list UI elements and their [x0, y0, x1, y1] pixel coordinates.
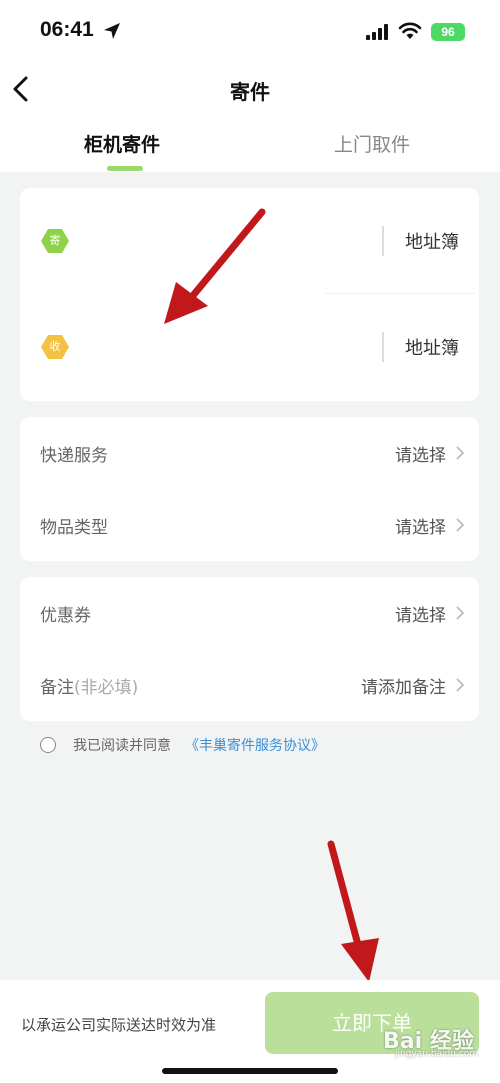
receiver-address-row[interactable]: 收 地址簿 [20, 294, 479, 400]
divider [382, 332, 384, 362]
express-service-row[interactable]: 快递服务 请选择 [20, 417, 479, 489]
item-type-value: 请选择 [395, 518, 446, 538]
sender-address-book-button[interactable]: 地址簿 [405, 228, 459, 254]
tab-locker-send[interactable]: 柜机寄件 [84, 130, 160, 157]
header-area: 06:41 96 寄件 柜机寄件 上门取件 [0, 0, 500, 172]
battery-level: 96 [441, 25, 455, 39]
page-title: 寄件 [230, 80, 270, 104]
agreement-link[interactable]: 《丰巢寄件服务协议》 [185, 735, 325, 755]
remark-label: 备注(非必填) [40, 673, 138, 698]
divider [382, 226, 384, 256]
express-service-label: 快递服务 [40, 446, 108, 466]
extra-card: 优惠券 请选择 备注(非必填) 请添加备注 [20, 577, 479, 721]
service-card: 快递服务 请选择 物品类型 请选择 [20, 417, 479, 561]
watermark-url: jingyan.baidu.com [395, 1049, 479, 1059]
sender-address-row[interactable]: 寄 地址簿 [20, 188, 479, 294]
agreement-text: 我已阅读并同意 [73, 738, 171, 754]
location-arrow-icon [104, 23, 120, 39]
sender-badge-label: 寄 [49, 234, 61, 247]
receiver-badge: 收 [40, 334, 70, 360]
item-type-label: 物品类型 [40, 518, 108, 538]
remark-row[interactable]: 备注(非必填) 请添加备注 [20, 649, 479, 721]
sender-badge: 寄 [40, 228, 70, 254]
coupon-row[interactable]: 优惠券 请选择 [20, 577, 479, 649]
coupon-label: 优惠券 [40, 606, 91, 626]
remark-value: 请添加备注 [361, 678, 446, 698]
chevron-right-icon [456, 606, 465, 620]
item-type-row[interactable]: 物品类型 请选择 [20, 489, 479, 561]
watermark: Bai 经验 jingyan.baidu.com [383, 1023, 478, 1059]
tab-bar: 柜机寄件 上门取件 [0, 122, 500, 172]
remark-optional-hint: (非必填) [74, 678, 139, 698]
status-time: 06:41 [40, 18, 94, 41]
chevron-right-icon [456, 678, 465, 692]
receiver-badge-label: 收 [49, 340, 61, 353]
address-card: 寄 地址簿 收 地址簿 [20, 188, 479, 401]
agreement-checkbox[interactable] [40, 737, 56, 753]
receiver-address-book-button[interactable]: 地址簿 [405, 334, 459, 360]
remark-label-text: 备注 [40, 678, 74, 698]
coupon-value: 请选择 [395, 606, 446, 626]
tab-door-pickup[interactable]: 上门取件 [334, 130, 410, 157]
express-service-value: 请选择 [395, 446, 446, 466]
wifi-icon [398, 22, 422, 39]
active-tab-indicator [107, 166, 143, 171]
nav-bar: 寄件 [0, 62, 500, 116]
battery-icon: 96 [431, 23, 465, 41]
chevron-right-icon [456, 518, 465, 532]
delivery-note: 以承运公司实际送达时效为准 [21, 1016, 217, 1034]
chevron-right-icon [456, 446, 465, 460]
home-indicator [162, 1068, 338, 1074]
annotation-arrow-lower [327, 840, 379, 982]
status-bar: 06:41 96 [0, 0, 500, 62]
signal-icon [366, 24, 388, 40]
